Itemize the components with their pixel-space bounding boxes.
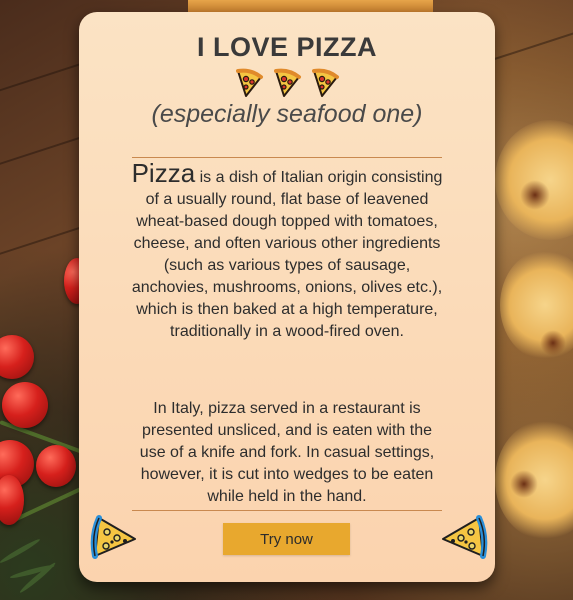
bottom-divider	[132, 510, 442, 511]
cherry-tomato	[2, 382, 48, 428]
cherry-tomato	[36, 445, 76, 487]
page-subtitle: (especially seafood one)	[151, 100, 423, 128]
pizza-serving-description: In Italy, pizza served in a restaurant i…	[139, 400, 435, 505]
header-pizza-icons	[79, 67, 495, 99]
pizza-slice-icon	[236, 68, 263, 97]
pizza-slice-icon	[312, 68, 339, 97]
burnt-spot	[510, 470, 538, 498]
page-title: I LOVE PIZZA	[196, 32, 377, 62]
description-text: is a dish of Italian origin consisting o…	[131, 169, 443, 340]
pizza-slice-icon	[89, 514, 139, 560]
description-lead-word: Pizza	[131, 158, 196, 188]
burnt-spot	[540, 330, 566, 356]
pizza-slice-icon	[439, 514, 489, 560]
cherry-tomato	[0, 335, 34, 379]
try-now-button[interactable]: Try now	[223, 523, 350, 555]
rosemary-leaf	[18, 561, 57, 595]
pizza-info-card: I LOVE PIZZA (especially seafood one) Pi…	[79, 12, 495, 582]
pizza-slice-icon	[274, 68, 301, 97]
burnt-spot	[520, 180, 550, 210]
pizza-description: Pizza is a dish of Italian origin consis…	[129, 160, 445, 343]
rosemary-leaf	[0, 537, 42, 565]
board-grain	[483, 18, 573, 64]
